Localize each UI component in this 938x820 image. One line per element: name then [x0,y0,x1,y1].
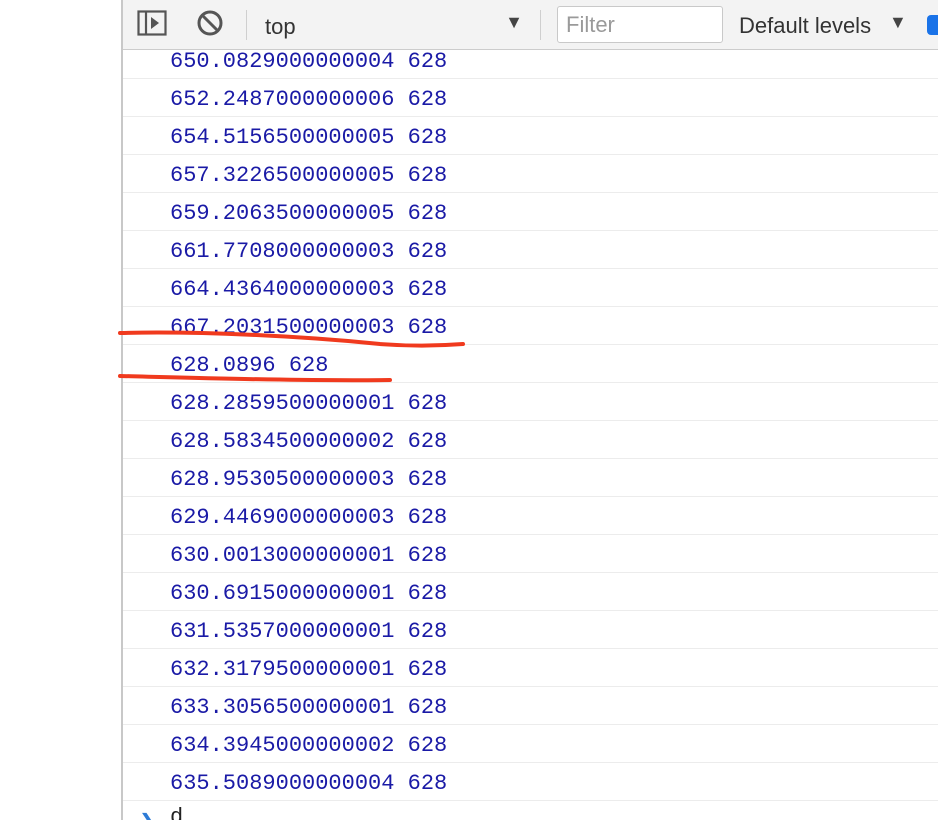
console-message[interactable]: 628.9530500000003 628 [123,459,938,497]
prompt-input[interactable]: d [170,805,183,820]
console-message[interactable]: 654.5156500000005 628 [123,117,938,155]
page-pane [0,0,121,820]
toolbar-separator [540,10,541,40]
context-label: top [265,14,296,39]
console-message-text: 630.6915000000001 628 [170,581,448,606]
console-message-text: 633.3056500000001 628 [170,695,448,720]
console-messages: 650.0829000000004 628 652.2487000000006 … [123,41,938,801]
console-message[interactable]: 659.2063500000005 628 [123,193,938,231]
prompt-chevron-icon: ❯ [139,809,156,820]
console-panel: 650.0829000000004 628 652.2487000000006 … [123,0,938,820]
console-message-text: 628.9530500000003 628 [170,467,448,492]
console-message[interactable]: 628.0896 628 [123,345,938,383]
console-message-text: 630.0013000000001 628 [170,543,448,568]
console-message[interactable]: 630.6915000000001 628 [123,573,938,611]
log-levels-label: Default levels [739,13,872,38]
console-message-text: 628.0896 628 [170,353,329,378]
console-prompt[interactable]: ❯ d [123,801,938,820]
console-message-text: 664.4364000000003 628 [170,277,448,302]
console-message-text: 632.3179500000001 628 [170,657,448,682]
console-message[interactable]: 661.7708000000003 628 [123,231,938,269]
console-message-text: 634.3945000000002 628 [170,733,448,758]
console-message[interactable]: 634.3945000000002 628 [123,725,938,763]
group-similar-checkbox[interactable] [927,15,938,35]
console-message-text: 650.0829000000004 628 [170,49,448,74]
console-message[interactable]: 632.3179500000001 628 [123,649,938,687]
console-message[interactable]: 633.3056500000001 628 [123,687,938,725]
console-message[interactable]: 631.5357000000001 628 [123,611,938,649]
console-message-text: 667.2031500000003 628 [170,315,448,340]
console-message-text: 635.5089000000004 628 [170,771,448,796]
dropdown-arrow-icon: ▼ [889,12,907,32]
console-message-text: 628.5834500000002 628 [170,429,448,454]
sidebar-toggle-button[interactable] [135,8,169,42]
console-message[interactable]: 652.2487000000006 628 [123,79,938,117]
console-message[interactable]: 628.2859500000001 628 [123,383,938,421]
console-message-text: 657.3226500000005 628 [170,163,448,188]
console-toolbar: top ▼ Default levels ▼ [123,0,938,50]
toolbar-separator [246,10,247,40]
log-levels-select[interactable]: Default levels ▼ [739,8,914,42]
sidebar-toggle-icon [137,9,167,41]
console-message[interactable]: 635.5089000000004 628 [123,763,938,801]
console-message-text: 631.5357000000001 628 [170,619,448,644]
console-message-text: 629.4469000000003 628 [170,505,448,530]
console-message-text: 659.2063500000005 628 [170,201,448,226]
clear-console-button[interactable] [193,8,227,42]
console-message[interactable]: 657.3226500000005 628 [123,155,938,193]
console-message-text: 652.2487000000006 628 [170,87,448,112]
filter-input[interactable] [557,6,723,43]
console-message[interactable]: 629.4469000000003 628 [123,497,938,535]
console-message-text: 654.5156500000005 628 [170,125,448,150]
console-message[interactable]: 630.0013000000001 628 [123,535,938,573]
dropdown-arrow-icon: ▼ [505,12,523,32]
console-message[interactable]: 667.2031500000003 628 [123,307,938,345]
clear-console-icon [196,9,224,42]
console-message[interactable]: 664.4364000000003 628 [123,269,938,307]
console-message[interactable]: 628.5834500000002 628 [123,421,938,459]
console-message-text: 661.7708000000003 628 [170,239,448,264]
console-message-text: 628.2859500000001 628 [170,391,448,416]
context-select[interactable]: top ▼ [253,8,525,42]
